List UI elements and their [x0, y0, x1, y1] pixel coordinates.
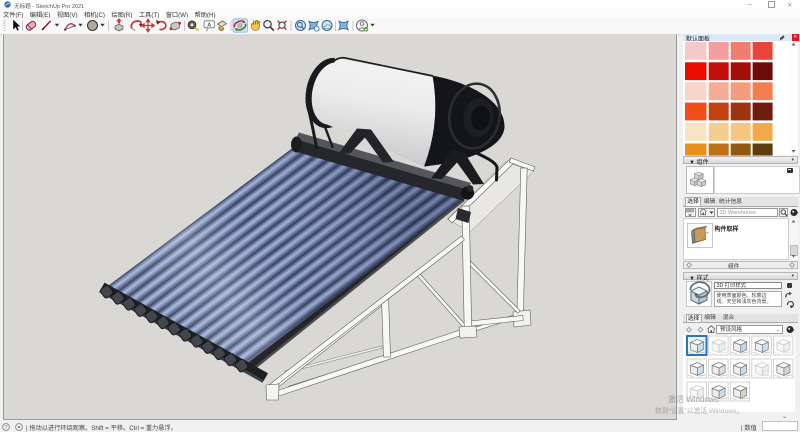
svg-text:?: ? — [4, 425, 7, 431]
svg-text:A: A — [207, 23, 211, 29]
